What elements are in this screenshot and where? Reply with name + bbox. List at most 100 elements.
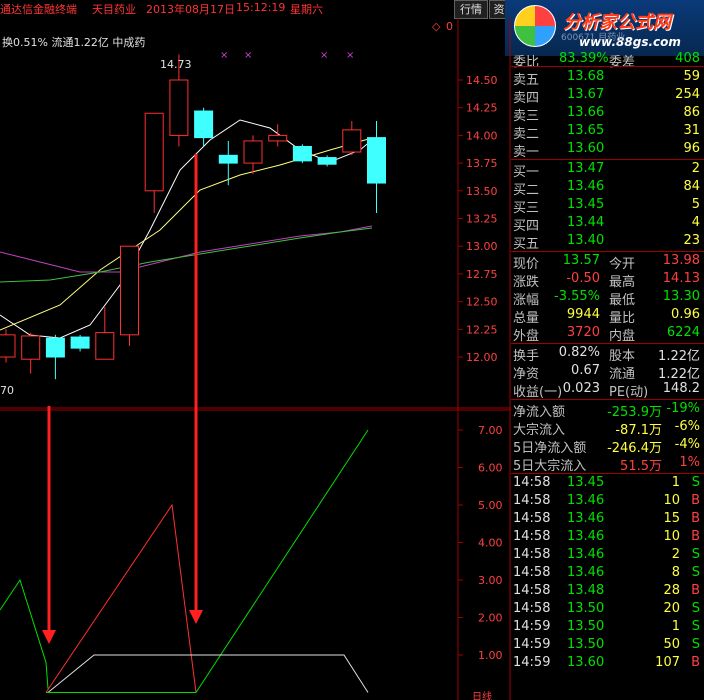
candle xyxy=(292,144,312,164)
bid-row: 买三 13.45 5 xyxy=(511,196,704,216)
bid-volume: 2 xyxy=(691,161,700,176)
fundamental-value: 148.2 xyxy=(662,381,700,396)
quote-row: 现价 13.57 今开 13.98 xyxy=(511,252,704,272)
tick-time: 14:58 xyxy=(513,529,551,544)
tick-price: 13.46 xyxy=(567,529,605,544)
flow-pct: -4% xyxy=(674,437,700,452)
quote-row: 涨幅 -3.55% 最低 13.30 xyxy=(511,288,704,308)
tick-price: 13.50 xyxy=(567,619,605,634)
period-label[interactable]: 日线 xyxy=(472,690,492,700)
tick-direction: S xyxy=(691,619,700,634)
chart-grid xyxy=(0,18,511,700)
tick-direction: B xyxy=(691,583,700,598)
candle xyxy=(367,120,386,213)
bid-price: 13.46 xyxy=(567,179,605,194)
fundamental-value: 0.67 xyxy=(571,363,600,378)
flow-value: 51.5万 xyxy=(620,459,662,474)
tab-quote[interactable]: 行情 xyxy=(454,0,488,19)
signal-marker: × xyxy=(244,50,252,61)
tick-row: 14:59 13.50 50 S xyxy=(511,636,704,654)
bid-row: 买二 13.46 84 xyxy=(511,178,704,198)
axis-tick-label: 12.75 xyxy=(466,268,498,281)
signal-marker: × xyxy=(346,50,354,61)
ask-row: 卖四 13.67 254 xyxy=(511,86,704,106)
weekday: 星期六 xyxy=(290,3,323,16)
ask-row: 卖三 13.66 86 xyxy=(511,104,704,124)
tick-row: 14:59 13.50 1 S xyxy=(511,618,704,636)
tick-row: 14:59 13.60 107 B xyxy=(511,654,704,672)
candle xyxy=(317,155,337,167)
axis-tick-label: 3.00 xyxy=(478,574,503,587)
ask-label: 卖一 xyxy=(513,145,540,160)
quote-value: 13.57 xyxy=(562,253,600,268)
axis-tick-label: 13.00 xyxy=(466,240,498,253)
axis-tick-label: 13.50 xyxy=(466,185,498,198)
flow-pct: -6% xyxy=(674,419,700,434)
quote-row: 总量 9944 量比 0.96 xyxy=(511,306,704,326)
ma20-line xyxy=(0,225,373,273)
tick-volume: 8 xyxy=(671,565,680,580)
moving-averages xyxy=(0,119,373,339)
down-arrow-icon xyxy=(42,406,56,644)
tick-direction: S xyxy=(691,475,700,490)
corner-zero: 0 xyxy=(446,20,453,33)
bid-volume: 4 xyxy=(691,215,700,230)
ma5-line xyxy=(0,119,373,339)
tick-volume: 2 xyxy=(671,547,680,562)
quote-panel: 委比 83.39% 委差 408 卖五 13.68 59 卖四 13.67 254 卖三 13… xyxy=(511,51,704,700)
quote-value: -0.50 xyxy=(566,271,600,286)
tick-price: 13.45 xyxy=(567,475,605,490)
ask-volume: 254 xyxy=(675,87,700,102)
bid-row: 买四 13.44 4 xyxy=(511,214,704,234)
tick-price: 13.50 xyxy=(567,601,605,616)
indicator-lines xyxy=(0,429,369,693)
candle xyxy=(0,329,16,363)
fundamental-label: PE(动) xyxy=(609,385,649,400)
ask-price: 13.66 xyxy=(567,105,605,120)
quote-row: 外盘 3720 内盘 6224 xyxy=(511,324,704,344)
axis-tick-label: 5.00 xyxy=(478,499,503,512)
tick-direction: S xyxy=(691,547,700,562)
tick-direction: S xyxy=(691,565,700,580)
bid-label: 买五 xyxy=(513,237,540,252)
ask-price: 13.67 xyxy=(567,87,605,102)
tick-time: 14:58 xyxy=(513,601,551,616)
tick-volume: 15 xyxy=(663,511,680,526)
ask-price: 13.65 xyxy=(567,123,605,138)
bid-row: 买一 13.47 2 xyxy=(511,160,704,180)
quote-value: 13.30 xyxy=(662,289,700,304)
tick-time: 14:59 xyxy=(513,637,551,652)
signal-marker: × xyxy=(220,50,228,61)
down-arrow-icon xyxy=(189,154,203,624)
candle xyxy=(21,332,41,374)
tick-row: 14:58 13.50 20 S xyxy=(511,600,704,618)
bid-volume: 84 xyxy=(683,179,700,194)
tick-row: 14:58 13.46 8 S xyxy=(511,564,704,582)
quote-value: 9944 xyxy=(566,307,600,322)
quote-value: -3.55% xyxy=(554,289,600,304)
toolbar: 行情 资 xyxy=(452,0,510,19)
tick-price: 13.46 xyxy=(567,511,605,526)
tick-time: 14:59 xyxy=(513,619,551,634)
fund-flow-row: 净流入额 -253.9万 -19% xyxy=(511,400,704,420)
axis-tick-label: 6.00 xyxy=(478,462,503,475)
fund-flow-row: 5日净流入额 -246.4万 -4% xyxy=(511,436,704,456)
axis-tick-label: 14.00 xyxy=(466,129,498,142)
tick-direction: S xyxy=(691,637,700,652)
bid-price: 13.44 xyxy=(567,215,605,230)
fund-flow-row: 5日大宗流入 51.5万 1% xyxy=(511,454,704,474)
axis-tick-label: 4.00 xyxy=(478,537,503,550)
tick-direction: B xyxy=(691,655,700,670)
kline-chart[interactable]: × × × × 14.50 14.25 14.00 13.75 13.50 13.25 13.00… xyxy=(0,18,511,700)
site-logo: 分析家公式网 www.88gs.com 600671 目药业 xyxy=(505,0,704,56)
ask-volume: 59 xyxy=(683,69,700,84)
axis-tick-label: 7.00 xyxy=(478,424,503,437)
ask-volume: 86 xyxy=(683,105,700,120)
candle xyxy=(144,112,164,213)
tick-direction: S xyxy=(691,601,700,616)
indicator-green-right xyxy=(195,429,369,693)
high-marker: 14.73 xyxy=(160,58,192,71)
tick-time: 14:59 xyxy=(513,655,551,670)
price-axis: 14.50 14.25 14.00 13.75 13.50 13.25 13.00 12.75… xyxy=(458,74,503,662)
tick-volume: 28 xyxy=(663,583,680,598)
